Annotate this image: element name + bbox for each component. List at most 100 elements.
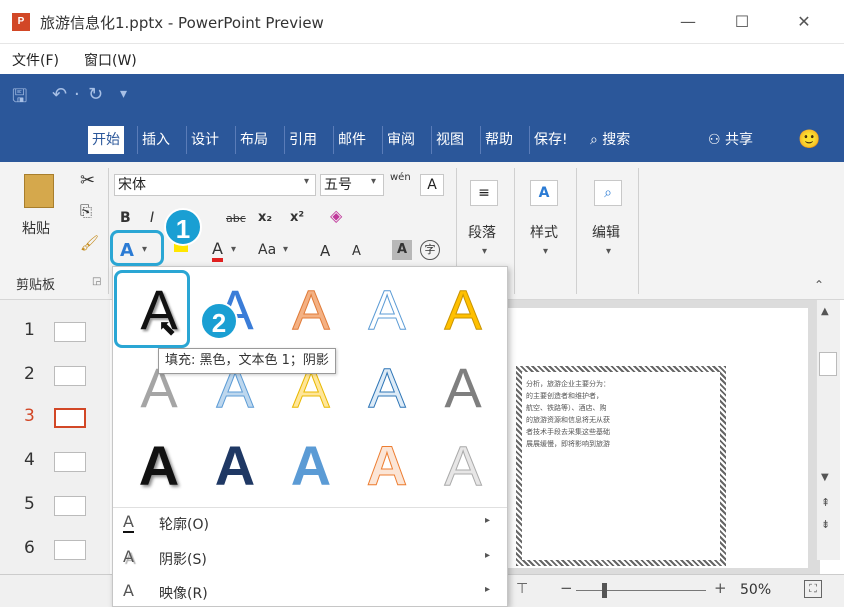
wordart-silver[interactable]: A bbox=[425, 431, 501, 501]
slide-thumbnail[interactable] bbox=[54, 322, 86, 342]
chevron-down-icon[interactable]: ▾ bbox=[231, 244, 236, 255]
clipboard-launcher-icon[interactable]: ◲ bbox=[92, 276, 101, 287]
copy-icon[interactable]: ⎘ bbox=[80, 202, 92, 220]
cut-icon[interactable]: ✂ bbox=[80, 170, 95, 191]
divider bbox=[514, 168, 515, 294]
slide-thumbnail[interactable] bbox=[54, 496, 86, 516]
share-label: 共享 bbox=[725, 132, 754, 148]
superscript-button[interactable]: x² bbox=[290, 210, 304, 225]
tab-mailings[interactable]: 邮件 bbox=[333, 126, 370, 154]
title-bar: P 旅游信息化1.pptx - PowerPoint Preview — ☐ ✕ bbox=[0, 0, 844, 44]
italic-button[interactable]: I bbox=[150, 210, 154, 226]
slide-thumbnail[interactable] bbox=[54, 540, 86, 560]
tab-home[interactable]: 开始 bbox=[88, 126, 124, 154]
next-page-icon[interactable]: ⇟ bbox=[821, 518, 830, 531]
save-icon[interactable]: 🖫 bbox=[12, 84, 27, 114]
wordart-orange-outline-bold[interactable]: A bbox=[349, 431, 425, 501]
slide[interactable]: 分析，旅游企业主要分为： 的主要创造者和维护者， 航空、铁路等）、酒店、购 的旅… bbox=[508, 308, 808, 568]
phonetic-guide-button[interactable]: wén bbox=[390, 172, 411, 183]
font-color-button[interactable]: A bbox=[212, 240, 223, 262]
smiley-icon[interactable]: 🙂 bbox=[794, 126, 824, 154]
chevron-down-icon[interactable]: ▾ bbox=[283, 244, 288, 255]
bold-button[interactable]: B bbox=[120, 210, 131, 226]
strikethrough-button[interactable]: abc bbox=[226, 212, 246, 225]
paragraph-icon[interactable]: ≡ bbox=[470, 180, 498, 206]
zoom-level[interactable]: 50% bbox=[740, 582, 771, 598]
menu-window[interactable]: 窗口(W) bbox=[84, 50, 137, 70]
undo-icon[interactable]: ↶ bbox=[52, 84, 67, 105]
divider bbox=[638, 168, 639, 294]
callout-badge-1: 1 bbox=[164, 208, 202, 246]
maximize-button[interactable]: ☐ bbox=[722, 8, 762, 36]
wordart-navy-bold[interactable]: A bbox=[197, 431, 273, 501]
tab-save[interactable]: 保存! bbox=[529, 126, 572, 154]
selected-textbox[interactable]: 分析，旅游企业主要分为： 的主要创造者和维护者， 航空、铁路等）、酒店、购 的旅… bbox=[516, 366, 726, 566]
fit-to-window-icon[interactable]: ⛶ bbox=[804, 580, 822, 598]
view-mode-icon[interactable]: ⊤ bbox=[516, 581, 528, 597]
search-tab[interactable]: ⌕ 搜索 bbox=[586, 126, 634, 154]
styles-group-button[interactable]: 样式 bbox=[530, 222, 558, 242]
tab-references[interactable]: 引用 bbox=[284, 126, 321, 154]
collapse-ribbon-icon[interactable]: ⌃ bbox=[814, 278, 824, 292]
scroll-down-icon[interactable]: ▼ bbox=[821, 472, 829, 483]
slide-thumbnail-active[interactable] bbox=[54, 408, 86, 428]
slide-thumbnail[interactable] bbox=[54, 452, 86, 472]
tab-insert[interactable]: 插入 bbox=[137, 126, 174, 154]
scroll-thumb[interactable] bbox=[819, 352, 837, 376]
character-border-button[interactable]: A bbox=[420, 174, 444, 196]
reflection-menu-item[interactable]: A 映像(R) ▸ bbox=[113, 577, 507, 607]
tab-design[interactable]: 设计 bbox=[186, 126, 223, 154]
character-shading-button[interactable]: A bbox=[392, 240, 412, 260]
format-painter-icon[interactable]: 🖌 bbox=[80, 234, 99, 252]
editing-group-button[interactable]: 编辑 bbox=[592, 222, 620, 242]
wordart-blue-bold[interactable]: A bbox=[273, 431, 349, 501]
divider bbox=[108, 168, 109, 294]
subscript-button[interactable]: x₂ bbox=[258, 210, 272, 225]
thumbnail-number: 5 bbox=[24, 494, 35, 514]
zoom-slider[interactable] bbox=[576, 590, 706, 591]
zoom-in-button[interactable]: + bbox=[714, 579, 727, 597]
text-line: 展展缓慢，即将影响到旅游 bbox=[526, 440, 610, 448]
wordart-fill-dark-gray[interactable]: A bbox=[425, 353, 501, 423]
wordart-fill-orange-outline[interactable]: A bbox=[273, 275, 349, 345]
vertical-scrollbar[interactable]: ▲ ▼ ⇞ ⇟ bbox=[816, 300, 840, 560]
minimize-button[interactable]: — bbox=[668, 8, 708, 36]
tab-view[interactable]: 视图 bbox=[431, 126, 468, 154]
ribbon-tabs: 开始 插入 设计 布局 引用 邮件 审阅 视图 帮助 保存! ⌕ 搜索 ⚇ 共享… bbox=[0, 118, 844, 162]
close-button[interactable]: ✕ bbox=[784, 8, 824, 36]
change-case-button[interactable]: Aa bbox=[258, 242, 276, 258]
previous-page-icon[interactable]: ⇞ bbox=[821, 496, 830, 509]
paste-label[interactable]: 粘贴 bbox=[22, 218, 50, 238]
zoom-out-button[interactable]: − bbox=[560, 579, 573, 597]
find-icon[interactable]: ⌕ bbox=[594, 180, 622, 206]
share-button[interactable]: ⚇ 共享 bbox=[704, 126, 757, 154]
slide-thumbnail[interactable] bbox=[54, 366, 86, 386]
tab-layout[interactable]: 布局 bbox=[235, 126, 272, 154]
customize-qat-icon[interactable]: ▾ bbox=[120, 86, 127, 102]
enclose-characters-button[interactable]: 字 bbox=[420, 240, 440, 260]
grow-font-button[interactable]: A bbox=[320, 242, 330, 260]
search-icon: ⌕ bbox=[590, 132, 598, 148]
tab-help[interactable]: 帮助 bbox=[480, 126, 517, 154]
clear-formatting-icon[interactable]: ◈ bbox=[330, 206, 342, 225]
wordart-fill-gold[interactable]: A bbox=[425, 275, 501, 345]
undo-dropdown-icon[interactable]: · bbox=[74, 84, 80, 105]
styles-icon[interactable]: A bbox=[530, 180, 558, 206]
wordart-outline-blue[interactable]: A bbox=[349, 275, 425, 345]
outline-menu-item[interactable]: A 轮廓(O) ▸ bbox=[113, 507, 507, 539]
submenu-arrow-icon: ▸ bbox=[485, 584, 491, 595]
thumbnail-number: 6 bbox=[24, 538, 35, 558]
scroll-up-icon[interactable]: ▲ bbox=[821, 306, 829, 317]
menu-file[interactable]: 文件(F) bbox=[12, 50, 59, 70]
shrink-font-button[interactable]: A bbox=[352, 244, 361, 259]
wordart-outline-dark-blue[interactable]: A bbox=[349, 353, 425, 423]
zoom-slider-thumb[interactable] bbox=[602, 583, 607, 598]
wordart-black-bold-shadow[interactable]: A bbox=[121, 431, 197, 501]
paste-icon[interactable] bbox=[24, 174, 54, 208]
powerpoint-icon: P bbox=[12, 13, 30, 31]
redo-icon[interactable]: ↻ bbox=[88, 84, 103, 105]
shadow-menu-item[interactable]: A 阴影(S) ▸ bbox=[113, 543, 507, 575]
font-name-select[interactable]: 宋体 bbox=[114, 174, 316, 196]
paragraph-group-button[interactable]: 段落 bbox=[468, 222, 496, 242]
tab-review[interactable]: 审阅 bbox=[382, 126, 419, 154]
